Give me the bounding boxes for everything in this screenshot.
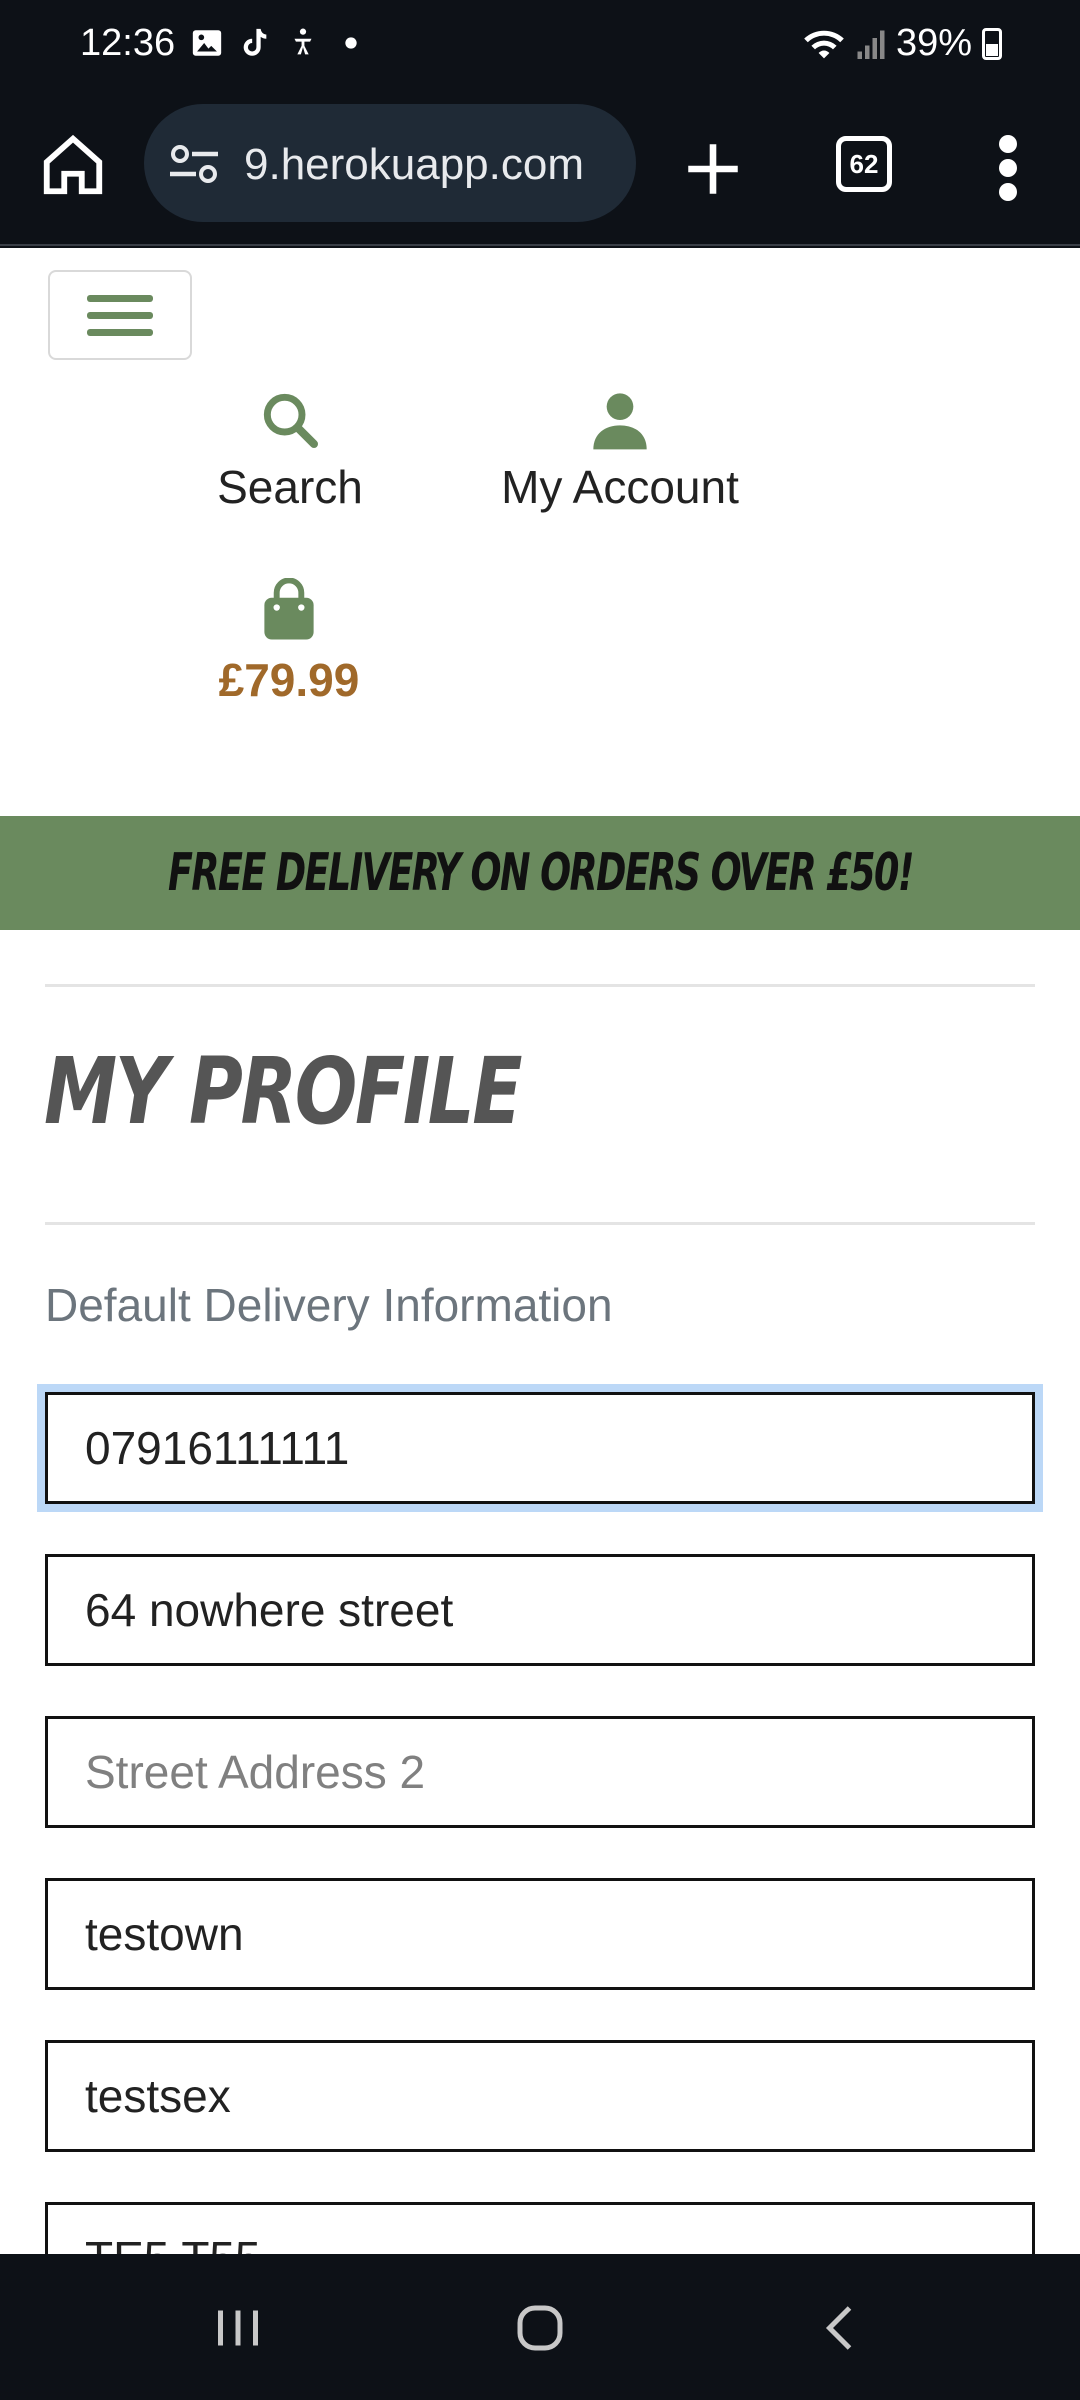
- home-nav-button[interactable]: [510, 2298, 570, 2358]
- plus-icon: [688, 144, 738, 194]
- home-button[interactable]: [38, 130, 108, 200]
- site-settings-icon[interactable]: [168, 142, 220, 186]
- status-time: 12:36: [80, 22, 176, 64]
- gallery-icon: [190, 26, 224, 60]
- search-link[interactable]: Search: [210, 388, 370, 514]
- postcode-field[interactable]: [45, 2202, 1035, 2254]
- dot-icon: [334, 26, 368, 60]
- browser-menu-button[interactable]: [996, 132, 1020, 204]
- address-bar[interactable]: 9.herokuapp.com: [144, 104, 636, 222]
- town-or-city-field[interactable]: [45, 1878, 1035, 1990]
- browser-toolbar: 9.herokuapp.com 62: [0, 96, 1080, 246]
- user-icon: [593, 393, 647, 450]
- system-indicators: 39%: [802, 22, 1002, 65]
- my-account-link[interactable]: My Account: [480, 388, 760, 514]
- divider: [45, 1222, 1035, 1225]
- recents-button[interactable]: [208, 2298, 268, 2358]
- status-bar: 12:36 39%: [0, 0, 1080, 96]
- system-nav-bar: [0, 2254, 1080, 2400]
- county-field[interactable]: [45, 2040, 1035, 2152]
- search-label: Search: [217, 461, 363, 513]
- tab-switcher-button[interactable]: 62: [836, 136, 892, 192]
- page-title: MY PROFILE: [44, 1038, 523, 1145]
- my-account-label: My Account: [501, 461, 739, 513]
- search-icon: [263, 393, 318, 448]
- delivery-banner-text: FREE DELIVERY ON ORDERS OVER £50!: [167, 843, 914, 903]
- street-address-2-field[interactable]: [45, 1716, 1035, 1828]
- bag-total: £79.99: [218, 654, 360, 706]
- menu-toggle-button[interactable]: [48, 270, 192, 360]
- shopping-bag-icon: [264, 577, 314, 640]
- divider: [45, 984, 1035, 987]
- recents-icon: [218, 2310, 258, 2346]
- accessibility-icon: [286, 26, 320, 60]
- home-circle-icon: [517, 2305, 563, 2351]
- back-button[interactable]: [812, 2298, 872, 2358]
- battery-percent: 39%: [895, 22, 972, 64]
- battery-icon: [982, 27, 1002, 60]
- web-page: Search My Account £79.99 FREE DELIVERY O…: [0, 248, 1080, 2254]
- notification-icons: [190, 26, 368, 60]
- phone-number-field[interactable]: [45, 1392, 1035, 1504]
- hamburger-icon: [87, 294, 153, 302]
- street-address-1-field[interactable]: [45, 1554, 1035, 1666]
- url-text: 9.herokuapp.com: [244, 140, 584, 189]
- new-tab-button[interactable]: [680, 136, 746, 202]
- cell-signal-icon: [857, 30, 885, 59]
- wifi-icon: [804, 30, 844, 58]
- delivery-banner: FREE DELIVERY ON ORDERS OVER £50!: [0, 816, 1080, 930]
- section-label: Default Delivery Information: [45, 1279, 613, 1331]
- back-icon: [825, 2306, 852, 2350]
- more-vert-icon: [999, 135, 1017, 201]
- shopping-bag-link[interactable]: £79.99: [196, 577, 382, 707]
- tiktok-icon: [238, 26, 272, 60]
- home-icon: [43, 134, 103, 195]
